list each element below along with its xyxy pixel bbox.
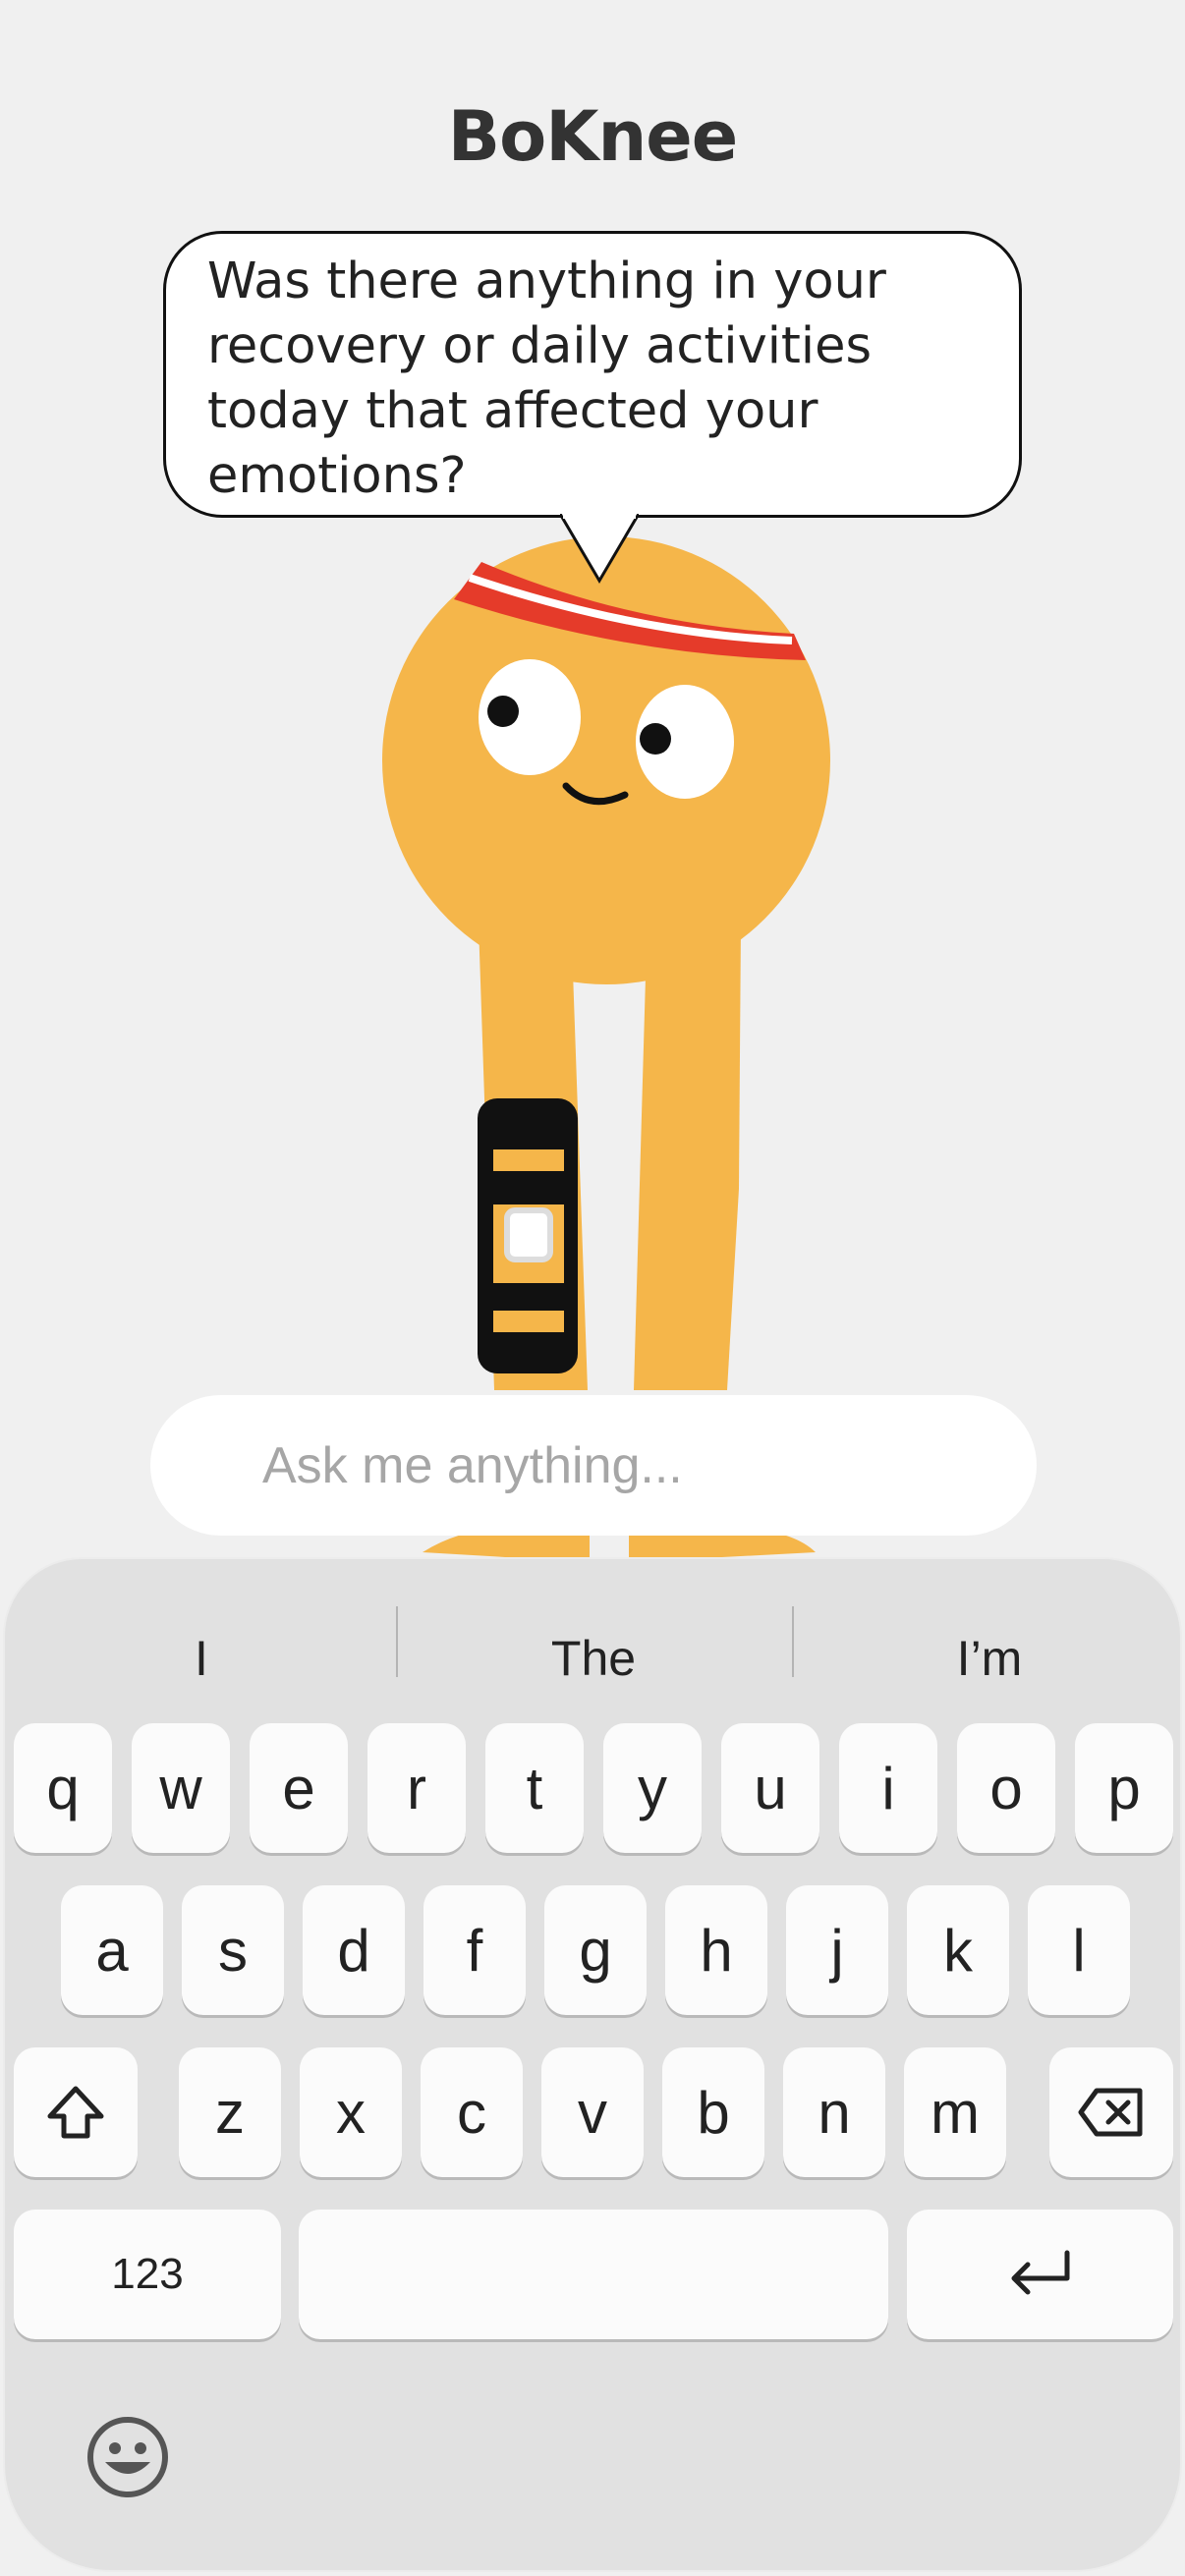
mascot-right-leg (634, 924, 741, 1390)
knee-brace (478, 1098, 578, 1373)
return-key[interactable] (907, 2210, 1173, 2339)
key-label: k (943, 1917, 973, 1984)
key-label: r (407, 1755, 426, 1821)
key-t[interactable]: t (485, 1723, 584, 1853)
key-label: c (457, 2079, 486, 2146)
key-label: g (579, 1917, 612, 1984)
key-label: t (526, 1755, 543, 1821)
key-label: f (466, 1917, 483, 1984)
speech-bubble-tail (560, 514, 639, 584)
key-k[interactable]: k (907, 1885, 1009, 2015)
key-label: a (95, 1917, 129, 1984)
key-label: l (1072, 1917, 1086, 1984)
space-key[interactable] (299, 2210, 888, 2339)
key-q[interactable]: q (14, 1723, 112, 1853)
key-label: x (336, 2079, 366, 2146)
shift-icon (47, 2086, 104, 2139)
ask-input[interactable] (150, 1395, 1037, 1536)
key-w[interactable]: w (132, 1723, 230, 1853)
key-a[interactable]: a (61, 1885, 163, 2015)
key-label: i (881, 1755, 895, 1821)
shift-key[interactable] (14, 2047, 138, 2177)
key-x[interactable]: x (300, 2047, 402, 2177)
key-label: u (754, 1755, 787, 1821)
key-label: o (989, 1755, 1023, 1821)
key-d[interactable]: d (303, 1885, 405, 2015)
key-m[interactable]: m (904, 2047, 1006, 2177)
key-label: q (46, 1755, 80, 1821)
key-i[interactable]: i (839, 1723, 937, 1853)
key-c[interactable]: c (421, 2047, 523, 2177)
key-label: b (697, 2079, 730, 2146)
key-l[interactable]: l (1028, 1885, 1130, 2015)
ask-input-container[interactable] (150, 1395, 1037, 1536)
key-y[interactable]: y (603, 1723, 702, 1853)
return-icon (1011, 2250, 1069, 2295)
key-z[interactable]: z (179, 2047, 281, 2177)
delete-key[interactable] (1049, 2047, 1173, 2177)
assistant-message: Was there anything in your recovery or d… (207, 252, 886, 505)
key-h[interactable]: h (665, 1885, 767, 2015)
suggestion-2[interactable]: The (398, 1609, 789, 1708)
key-label: w (159, 1755, 202, 1821)
key-f[interactable]: f (423, 1885, 526, 2015)
key-s[interactable]: s (182, 1885, 284, 2015)
key-o[interactable]: o (957, 1723, 1055, 1853)
key-g[interactable]: g (544, 1885, 647, 2015)
key-n[interactable]: n (783, 2047, 885, 2177)
key-label: n (818, 2079, 851, 2146)
key-v[interactable]: v (541, 2047, 644, 2177)
key-label: z (215, 2079, 245, 2146)
key-r[interactable]: r (367, 1723, 466, 1853)
key-b[interactable]: b (662, 2047, 764, 2177)
key-label: v (578, 2079, 607, 2146)
emoji-icon[interactable] (85, 2415, 170, 2499)
key-u[interactable]: u (721, 1723, 819, 1853)
key-label: s (218, 1917, 248, 1984)
key-label: h (700, 1917, 733, 1984)
key-label: 123 (111, 2250, 184, 2298)
suggestion-3[interactable]: I’m (794, 1609, 1185, 1708)
mascot-head (382, 536, 830, 984)
key-label: y (638, 1755, 667, 1821)
key-label: m (931, 2079, 980, 2146)
key-j[interactable]: j (786, 1885, 888, 2015)
key-p[interactable]: p (1075, 1723, 1173, 1853)
key-label: j (830, 1917, 844, 1984)
backspace-icon (1078, 2088, 1143, 2137)
key-label: d (337, 1917, 370, 1984)
key-e[interactable]: e (250, 1723, 348, 1853)
key-label: e (282, 1755, 315, 1821)
numbers-key[interactable]: 123 (14, 2210, 281, 2339)
suggestion-1[interactable]: I (39, 1609, 364, 1708)
assistant-speech-bubble: Was there anything in your recovery or d… (163, 231, 1022, 518)
onscreen-keyboard: I The I’m q w e r t y u i o p a s d f g … (3, 1557, 1182, 2572)
key-label: p (1107, 1755, 1141, 1821)
